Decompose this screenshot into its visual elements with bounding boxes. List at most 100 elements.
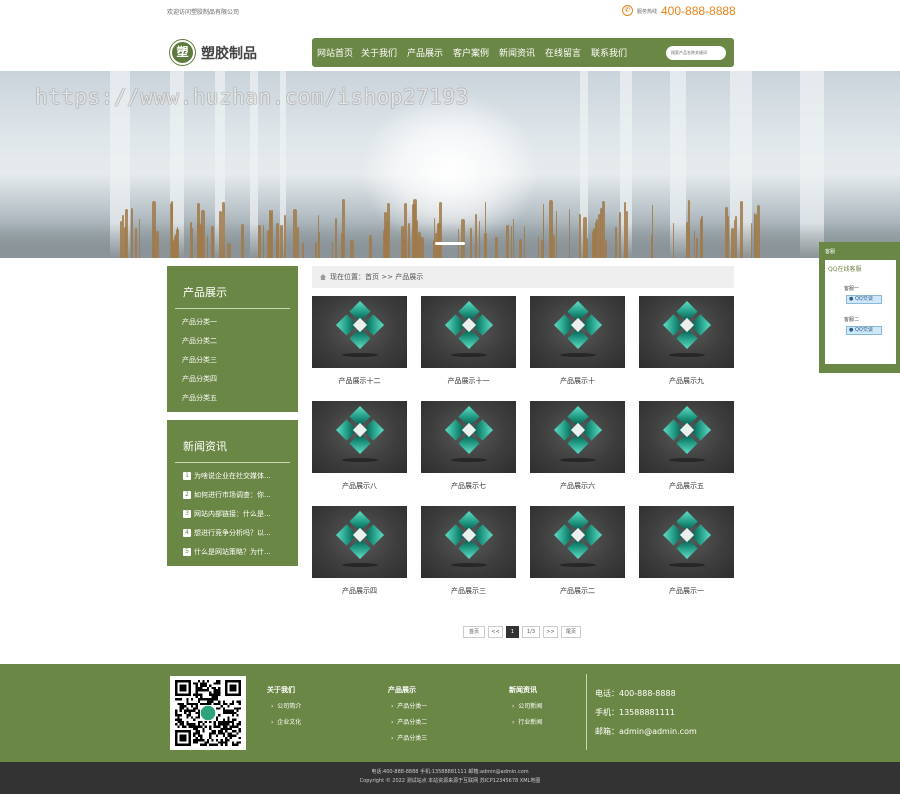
product-image[interactable]	[530, 506, 625, 578]
logo-mark: 塑	[170, 40, 195, 65]
product-name[interactable]: 产品展示七	[421, 481, 516, 491]
product-card[interactable]: 产品展示四	[312, 506, 407, 596]
product-image[interactable]	[421, 296, 516, 368]
product-name[interactable]: 产品展示一	[639, 586, 734, 596]
product-name[interactable]: 产品展示十一	[421, 376, 516, 386]
product-card[interactable]: 产品展示一	[639, 506, 734, 596]
nav-item-cases[interactable]: 客户案例	[453, 46, 489, 59]
page-prev-button[interactable]: <<	[488, 626, 503, 638]
qq-icon: ●	[849, 296, 854, 302]
product-name[interactable]: 产品展示十	[530, 376, 625, 386]
product-image[interactable]	[312, 401, 407, 473]
footer-news-title: 新闻资讯	[509, 686, 537, 694]
news-title: 为啥说企业在社交媒体...	[194, 472, 271, 480]
nav-item-news[interactable]: 新闻资讯	[499, 46, 535, 59]
product-image[interactable]	[530, 296, 625, 368]
product-image[interactable]	[639, 506, 734, 578]
product-card[interactable]: 产品展示十二	[312, 296, 407, 386]
news-item[interactable]: 2 如何进行市场调查：你...	[175, 486, 290, 505]
product-name[interactable]: 产品展示八	[312, 481, 407, 491]
footer-link[interactable]: › 公司新闻	[512, 701, 542, 710]
nav-item-about[interactable]: 关于我们	[361, 46, 397, 59]
news-item[interactable]: 1 为啥说企业在社交媒体...	[175, 467, 290, 486]
product-card[interactable]: 产品展示十	[530, 296, 625, 386]
product-image[interactable]	[312, 296, 407, 368]
copyright-text: Copyright © 2022 测试站点 本站资源来源于互联网 苏ICP123…	[359, 778, 541, 784]
news-item[interactable]: 4 想进行竞争分析吗？以...	[175, 524, 290, 543]
footer: 关于我们 › 公司简介 › 企业文化 产品展示 › 产品分类一 › 产品分类二 …	[0, 664, 900, 762]
float-service-head[interactable]: 客服	[825, 248, 894, 257]
sidebar-category-3[interactable]: 产品分类三	[175, 351, 290, 370]
product-image[interactable]	[421, 506, 516, 578]
product-card[interactable]: 产品展示五	[639, 401, 734, 491]
qq-chat-button-2[interactable]: ● QQ交谈	[846, 326, 882, 335]
product-card[interactable]: 产品展示六	[530, 401, 625, 491]
hotline-label: 服务热线	[637, 9, 658, 15]
search-input[interactable]: 搜索产品名称关键词	[666, 46, 726, 60]
footer-link[interactable]: › 公司简介	[271, 701, 301, 710]
main-nav: 网站首页 关于我们 产品展示 客户案例 新闻资讯 在线留言 联系我们 搜索产品名…	[312, 38, 734, 67]
product-image[interactable]	[312, 506, 407, 578]
news-title: 想进行竞争分析吗？以...	[194, 529, 271, 537]
nav-item-products[interactable]: 产品展示	[407, 46, 443, 59]
home-icon	[320, 274, 326, 280]
product-image[interactable]	[639, 401, 734, 473]
footer-link-label: 企业文化	[277, 719, 302, 726]
product-name[interactable]: 产品展示九	[639, 376, 734, 386]
page-first-button[interactable]: 首页	[463, 626, 485, 638]
sidebar-products: 产品展示 产品分类一 产品分类二 产品分类三 产品分类四 产品分类五	[167, 266, 298, 412]
product-name[interactable]: 产品展示三	[421, 586, 516, 596]
footer-email[interactable]: 邮箱：admin@admin.com	[595, 726, 697, 737]
footer-link-label: 产品分类一	[397, 703, 428, 710]
qq-chat-label: QQ交谈	[854, 327, 873, 333]
product-card[interactable]: 产品展示八	[312, 401, 407, 491]
footer-link[interactable]: › 产品分类一	[391, 701, 427, 710]
product-card[interactable]: 产品展示三	[421, 506, 516, 596]
product-image[interactable]	[421, 401, 516, 473]
product-name[interactable]: 产品展示十二	[312, 376, 407, 386]
qq-chat-label: QQ交谈	[854, 296, 873, 302]
sidebar-category-1[interactable]: 产品分类一	[175, 313, 290, 332]
breadcrumb-home-link[interactable]: 首页	[365, 273, 379, 281]
qq-chat-button-1[interactable]: ● QQ交谈	[846, 295, 882, 304]
top-bar: 欢迎访问塑胶制品有限公司 ✆ 服务热线 400-888-8888	[0, 0, 900, 28]
nav-item-message[interactable]: 在线留言	[545, 46, 581, 59]
product-name[interactable]: 产品展示二	[530, 586, 625, 596]
product-name[interactable]: 产品展示五	[639, 481, 734, 491]
sidebar-category-2[interactable]: 产品分类二	[175, 332, 290, 351]
product-name[interactable]: 产品展示六	[530, 481, 625, 491]
nav-item-contact[interactable]: 联系我们	[591, 46, 627, 59]
sidebar-category-5[interactable]: 产品分类五	[175, 389, 290, 408]
news-item[interactable]: 5 什么是网站策略？为什...	[175, 543, 290, 562]
footer-link[interactable]: › 行业新闻	[512, 717, 542, 726]
nav-item-home[interactable]: 网站首页	[317, 46, 353, 59]
sidebar-news: 新闻资讯 1 为啥说企业在社交媒体... 2 如何进行市场调查：你... 3 网站内部…	[167, 420, 298, 566]
hotline-number: 400-888-8888	[661, 4, 736, 18]
footer-divider	[586, 674, 587, 750]
product-name[interactable]: 产品展示四	[312, 586, 407, 596]
page-last-button[interactable]: 尾页	[561, 626, 581, 638]
product-card[interactable]: 产品展示十一	[421, 296, 516, 386]
news-title: 什么是网站策略？为什...	[194, 548, 271, 556]
news-number: 4	[183, 529, 191, 537]
footer-mobile: 手机：13588881111	[595, 708, 675, 717]
product-card[interactable]: 产品展示七	[421, 401, 516, 491]
product-card[interactable]: 产品展示九	[639, 296, 734, 386]
product-card[interactable]: 产品展示二	[530, 506, 625, 596]
news-item[interactable]: 3 网站内部链接：什么是...	[175, 505, 290, 524]
page-current[interactable]: 1	[506, 626, 519, 638]
product-image[interactable]	[530, 401, 625, 473]
footer-link[interactable]: › 产品分类二	[391, 717, 427, 726]
logo-name: 塑胶制品	[201, 46, 257, 62]
page-next-button[interactable]: >>	[543, 626, 558, 638]
sidebar-category-4[interactable]: 产品分类四	[175, 370, 290, 389]
product-image[interactable]	[639, 296, 734, 368]
footer-link-label: 公司新闻	[518, 703, 543, 710]
footer-link[interactable]: › 产品分类三	[391, 733, 427, 742]
news-number: 3	[183, 510, 191, 518]
news-number: 1	[183, 472, 191, 480]
qr-code-image	[170, 676, 246, 750]
hero-banner: https://www.huzhan.com/ishop27193	[0, 71, 900, 258]
footer-link[interactable]: › 企业文化	[271, 717, 301, 726]
slider-indicator[interactable]	[435, 242, 465, 245]
